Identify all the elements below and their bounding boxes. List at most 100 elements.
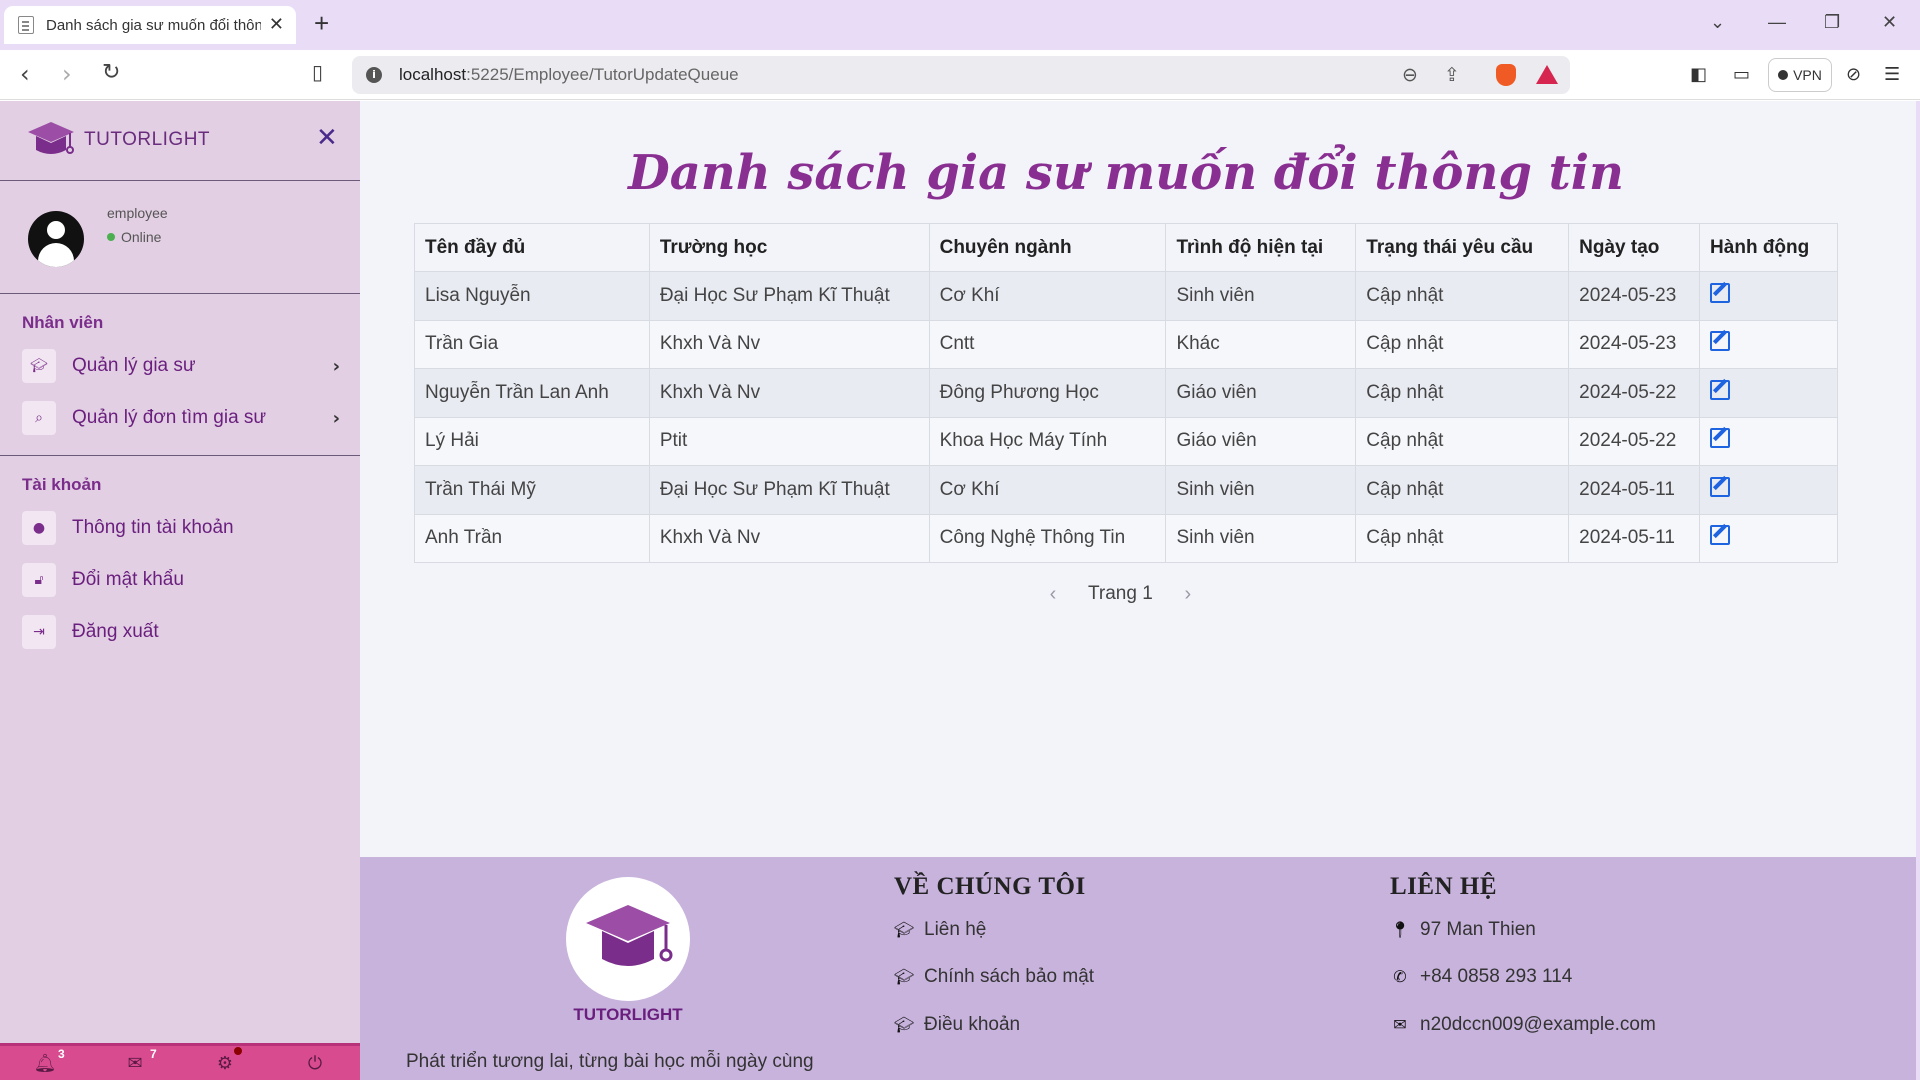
chevron-right-icon[interactable]: › [1175, 581, 1201, 607]
nav-change-password-label: Đổi mật khẩu [72, 569, 184, 590]
minimize-icon[interactable]: — [1768, 12, 1786, 33]
cell-status: Cập nhật [1355, 319, 1570, 369]
browser-toolbar: ‹ › ↻ ▯ i localhost:5225/Employee/TutorU… [0, 50, 1920, 100]
cell-full-name: Lý Hải [414, 416, 650, 466]
graduation-cap-logo-icon [26, 120, 76, 160]
share-icon[interactable]: ⇪ [1444, 64, 1460, 86]
back-icon[interactable]: ‹ [20, 62, 30, 86]
edit-icon[interactable] [1710, 282, 1731, 303]
cell-major: Công Nghệ Thông Tin [928, 513, 1167, 563]
cell-school: Đại Học Sư Phạm Kĩ Thuật [648, 271, 930, 321]
nav-manage-tutors[interactable]: 🎓︎ Quản lý gia sư › [22, 347, 344, 385]
chevron-right-icon: › [332, 407, 340, 429]
cell-action [1699, 416, 1838, 466]
nav-change-password[interactable]: 🔓︎ Đổi mật khẩu [22, 561, 344, 599]
nav-logout[interactable]: ⇥ Đăng xuất [22, 613, 344, 651]
chevron-left-icon[interactable]: ‹ [1040, 581, 1066, 607]
url-text[interactable]: localhost:5225/Employee/TutorUpdateQueue [399, 65, 739, 85]
divider [0, 455, 360, 456]
edit-icon[interactable] [1710, 379, 1731, 400]
column-header: Chuyên ngành [928, 223, 1167, 272]
brand[interactable]: TUTORLIGHT [26, 119, 210, 161]
page-favicon-icon [18, 16, 34, 34]
power-button[interactable]: ⏻ [270, 1053, 360, 1074]
cell-major: Cơ Khí [928, 271, 1167, 321]
graduation-cap-icon: 🎓︎ [894, 969, 915, 986]
footer-email[interactable]: ✉ n20dccn009@example.com [1390, 1014, 1656, 1036]
column-header: Trường học [648, 223, 930, 272]
leo-ai-icon[interactable]: ⊘ [1846, 64, 1861, 85]
cell-full-name: Nguyễn Trần Lan Anh [414, 368, 650, 418]
address-bar[interactable]: i localhost:5225/Employee/TutorUpdateQue… [352, 56, 1570, 94]
tutor-update-table: Tên đầy đủ Trường học Chuyên ngành Trình… [414, 223, 1838, 563]
browser-tab[interactable]: Danh sách gia sư muốn đổi thông ✕ [4, 6, 296, 44]
edit-icon[interactable] [1710, 331, 1731, 352]
cell-major: Cơ Khí [928, 465, 1167, 515]
cell-status: Cập nhật [1355, 416, 1570, 466]
cell-full-name: Trần Gia [414, 319, 650, 369]
cell-action [1699, 319, 1838, 369]
forward-icon[interactable]: › [62, 62, 72, 86]
graduation-cap-icon: 🎓︎ [894, 1017, 915, 1034]
vpn-button[interactable]: VPN [1768, 58, 1832, 92]
sidebar-toggle-icon[interactable]: ◧ [1690, 64, 1707, 85]
site-info-icon[interactable]: i [366, 67, 382, 83]
close-tab-icon[interactable]: ✕ [269, 16, 284, 34]
nav-manage-requests[interactable]: ⌕ Quản lý đơn tìm gia sư › [22, 399, 344, 437]
graduation-cap-icon: 🎓︎ [894, 922, 915, 939]
wallet-icon[interactable]: ▭ [1733, 64, 1750, 85]
user-role: employee [107, 205, 168, 221]
bookmark-icon[interactable]: ▯ [312, 62, 323, 82]
table-row: Lý Hải Ptit Khoa Học Máy Tính Giáo viên … [414, 416, 1838, 466]
cell-school: Khxh Và Nv [648, 368, 930, 418]
messages-count: 7 [150, 1046, 157, 1061]
footer-link-terms[interactable]: 🎓︎ Điều khoản [894, 1014, 1020, 1036]
edit-icon[interactable] [1710, 476, 1731, 497]
brand-name: TUTORLIGHT [84, 129, 211, 150]
search-icon: ⌕ [22, 401, 56, 435]
cell-created-date: 2024-05-11 [1568, 465, 1701, 515]
table-row: Trần Gia Khxh Và Nv Cntt Khác Cập nhật 2… [414, 319, 1838, 369]
nav-manage-tutors-label: Quản lý gia sư [72, 355, 196, 376]
cell-status: Cập nhật [1355, 513, 1570, 563]
zoom-icon[interactable]: ⊖ [1402, 64, 1418, 86]
brave-shields-icon[interactable] [1496, 64, 1516, 86]
cell-school: Ptit [648, 416, 930, 466]
edit-icon[interactable] [1710, 428, 1731, 449]
info-icon: ● [22, 511, 56, 545]
address-text: 97 Man Thien [1420, 919, 1536, 940]
phone-icon: ✆ [1393, 969, 1407, 986]
close-window-icon[interactable]: ✕ [1882, 12, 1897, 33]
footer-link-label: Liên hệ [924, 919, 987, 940]
restore-icon[interactable]: ❐ [1824, 12, 1840, 33]
menu-icon[interactable]: ☰ [1884, 64, 1900, 85]
cell-major: Khoa Học Máy Tính [928, 416, 1167, 466]
cell-level: Sinh viên [1165, 271, 1357, 321]
phone-text: +84 0858 293 114 [1420, 966, 1573, 987]
footer-link-contact[interactable]: 🎓︎ Liên hệ [894, 919, 986, 941]
footer-brand: TUTORLIGHT [573, 1005, 683, 1024]
tab-list-chevron-icon[interactable]: ⌄ [1710, 12, 1725, 33]
edit-icon[interactable] [1710, 525, 1731, 546]
brave-rewards-icon[interactable] [1536, 65, 1558, 84]
footer-phone[interactable]: ✆ +84 0858 293 114 [1390, 966, 1572, 988]
reload-icon[interactable]: ↻ [102, 62, 120, 84]
nav-account-info[interactable]: ● Thông tin tài khoản [22, 509, 344, 547]
browser-tab-bar: Danh sách gia sư muốn đổi thông ✕ + ⌄ — … [0, 0, 1920, 50]
column-header: Hành động [1699, 223, 1838, 272]
about-heading: VỀ CHÚNG TÔI [894, 873, 1086, 900]
messages-button[interactable]: ✉ 7 [90, 1047, 180, 1074]
cell-full-name: Lisa Nguyễn [414, 271, 650, 321]
cell-level: Sinh viên [1165, 465, 1357, 515]
settings-button[interactable]: ⚙ [180, 1046, 270, 1074]
tab-title: Danh sách gia sư muốn đổi thông [46, 16, 261, 34]
cell-major: Đông Phương Học [928, 368, 1167, 418]
cell-status: Cập nhật [1355, 465, 1570, 515]
close-sidebar-icon[interactable]: ✕ [316, 125, 338, 151]
lock-icon: 🔓︎ [22, 563, 56, 597]
footer-link-privacy[interactable]: 🎓︎ Chính sách bảo mật [894, 966, 1094, 988]
notifications-button[interactable]: 🔔︎ 3 [0, 1047, 90, 1074]
graduation-cap-icon: 🎓︎ [22, 349, 56, 383]
new-tab-icon[interactable]: + [314, 10, 329, 36]
divider [0, 180, 360, 181]
